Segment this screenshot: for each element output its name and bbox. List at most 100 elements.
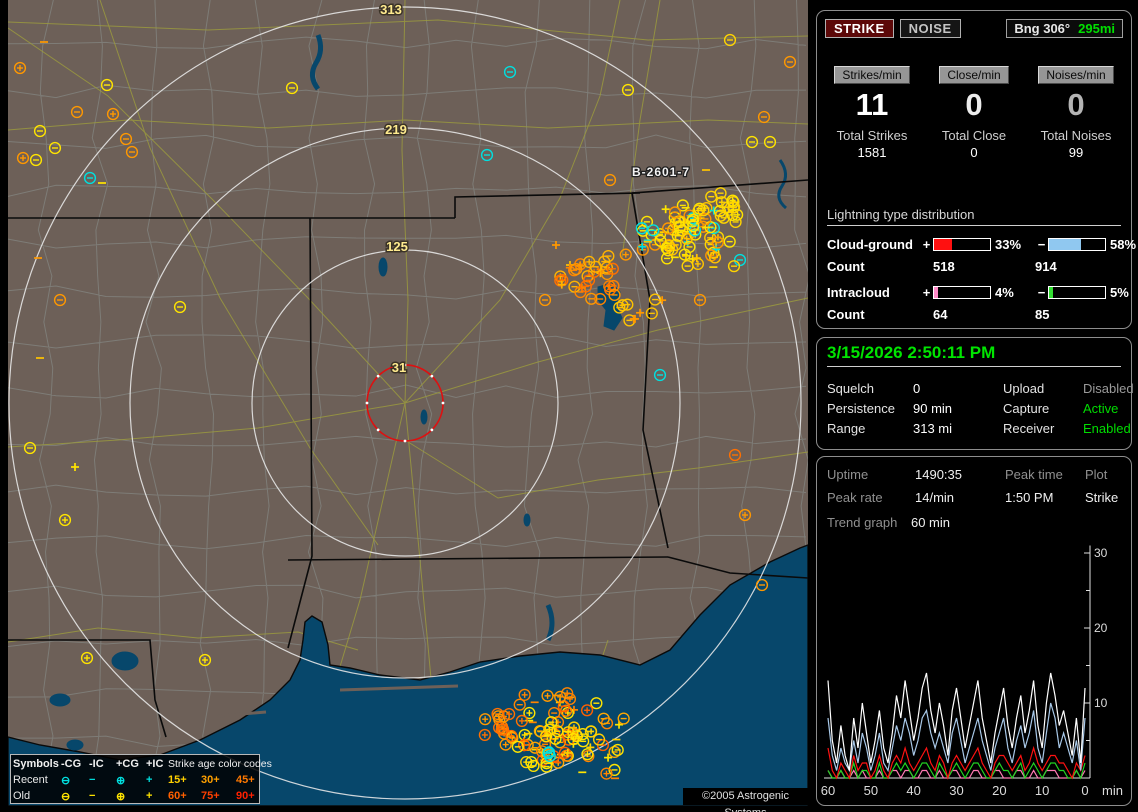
status-row: Squelch 0 Upload Disabled [827,378,1134,398]
lightning-map[interactable]: 313 219 125 31 B-2601-7 Symbols -CG -IC +CG … [8,0,808,812]
close-per-min-value: 0 [965,87,983,122]
plot-mode-value: Strike [1085,490,1119,505]
range-label: Range [827,420,866,436]
cg-positive-pct: 33% [995,236,1022,252]
persistence-label: Persistence [827,400,895,416]
total-strikes-label: Total Strikes [836,128,908,143]
x-tick-label: 20 [992,783,1006,798]
peak-rate-label: Peak rate [827,490,883,505]
bearing-distance: 295mi [1078,20,1115,36]
age-code-90: 90+ [236,790,255,802]
ic-negative-bar [1048,285,1106,299]
uptime-row: Uptime 1490:35 Peak time Plot [827,463,1125,486]
trend-box: Uptime 1490:35 Peak time Plot Peak rate … [816,456,1132,806]
peak-time-value: 1:50 PM [1005,490,1054,505]
age-code-60: 60+ [168,790,187,802]
cg-positive-bar [933,237,991,251]
close-per-min-column: Close/min 0 Total Close 0 [923,66,1025,160]
plus-sign: + [922,284,931,300]
minus-sign: − [1037,284,1046,300]
cg-minus-icon: ⊖ [61,774,71,787]
x-tick-label: 0 [1081,783,1088,798]
strike-mode-button[interactable]: STRIKE [825,18,894,38]
cg-negative-pct: 58% [1110,236,1137,252]
cg-plus-icon: ⊕ [116,774,126,787]
range-ring-label: 125 [386,239,408,254]
noises-per-min-chip: Noises/min [1038,66,1114,84]
trend-graph-header: Trend graph 60 min [827,515,950,530]
bearing-label: Bng 306° [1014,20,1071,36]
trend-graph-chart: 10 20 30 60 50 40 30 20 10 0 min [821,545,1123,798]
total-strikes-value: 1581 [857,145,887,160]
count-label: Count [827,258,865,274]
cg-negative-bar [1048,237,1106,251]
intracloud-label: Intracloud [827,284,890,300]
uptime-rows: Uptime 1490:35 Peak time Plot Peak rate … [827,463,1125,509]
total-close-value: 0 [970,145,978,160]
cg-positive-count: 518 [933,258,955,274]
ic-positive-bar [933,285,991,299]
rates-row: Strikes/min 11 Total Strikes 1581 Close/… [821,66,1127,160]
total-close-label: Total Close [941,128,1007,143]
legend-age-header: Strike age color codes [168,758,272,770]
squelch-label: Squelch [827,380,874,396]
peak-time-label: Peak time [1005,467,1063,482]
legend-col-pos-cg: +CG [116,758,139,770]
cg-plus-icon: ⊕ [116,790,126,803]
noise-mode-button[interactable]: NOISE [899,18,961,38]
age-code-45: 45+ [236,774,255,786]
x-tick-label: 40 [906,783,920,798]
ic-negative-count: 85 [1035,306,1050,322]
stats-box: STRIKE NOISE Bng 306° 295mi Strikes/min 1… [816,10,1136,329]
age-code-15: 15+ [168,774,187,786]
receiver-label: Receiver [1003,420,1055,436]
upload-status: Disabled [1083,380,1134,396]
copyright-notice: ©2005 Astrogenic Systems [683,788,808,812]
range-ring-label: 219 [385,122,407,137]
svg-text:20: 20 [1094,621,1108,635]
noises-per-min-value: 0 [1067,87,1085,122]
datetime-display: 3/15/2026 2:50:11 PM [827,343,1121,367]
map-canvas[interactable]: 313 219 125 31 B-2601-7 [8,0,808,806]
plot-label: Plot [1085,467,1108,482]
range-value: 313 mi [913,420,953,436]
ic-positive-pct: 4% [995,284,1014,300]
legend-row-recent-label: Recent [13,774,48,786]
legend-row-old-label: Old [13,790,31,802]
cloud-ground-label: Cloud-ground [827,236,913,252]
status-row: Range 313 mi Receiver Enabled [827,418,1131,438]
cloud-ground-count-row: Count 518 914 [827,256,1121,276]
strikes-per-min-column: Strikes/min 11 Total Strikes 1581 [821,66,923,160]
peak-rate-row: Peak rate 14/min 1:50 PM Strike [827,486,1125,509]
strikes-per-min-chip: Strikes/min [834,66,910,84]
close-per-min-chip: Close/min [939,66,1009,84]
legend-col-neg-ic: -IC [89,758,104,770]
capture-label: Capture [1003,400,1050,416]
peak-rate-value: 14/min [915,490,955,505]
x-tick-label: 10 [1035,783,1049,798]
noises-per-min-column: Noises/min 0 Total Noises 99 [1025,66,1127,160]
plus-sign: + [922,236,931,252]
total-noises-label: Total Noises [1040,128,1112,143]
x-tick-label: 30 [949,783,963,798]
capture-status: Active [1083,400,1119,416]
trend-graph-label: Trend graph [827,515,898,530]
stormtracker-app: 313 219 125 31 B-2601-7 Symbols -CG -IC +CG … [0,0,1138,812]
mode-row: STRIKE NOISE Bng 306° 295mi [825,18,1123,38]
x-tick-label: 50 [864,783,878,798]
distribution-title: Lightning type distribution [827,207,1121,226]
side-panel: STRIKE NOISE Bng 306° 295mi Strikes/min 1… [812,0,1138,812]
total-noises-value: 99 [1068,145,1084,160]
svg-text:30: 30 [1094,546,1108,560]
intracloud-count-row: Count 64 85 [827,304,1121,324]
ic-minus-icon: − [89,774,96,786]
cloud-ground-row: Cloud-ground + 33% − 58% [827,234,1136,254]
x-tick-label: 60 [821,783,835,798]
intracloud-row: Intracloud + 4% − 5% [827,282,1129,302]
ic-plus-icon: + [146,774,153,786]
age-code-30: 30+ [201,774,220,786]
chart-axes [824,545,1091,779]
cg-negative-count: 914 [1035,258,1057,274]
trend-window-value: 60 min [910,515,950,530]
receiver-status: Enabled [1083,420,1131,436]
